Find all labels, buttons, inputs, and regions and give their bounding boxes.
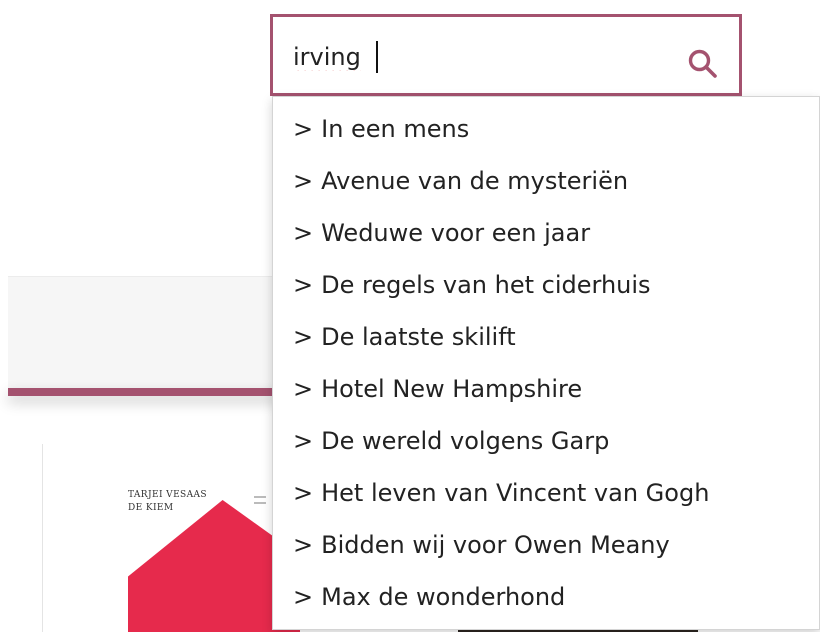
text-caret xyxy=(376,41,378,73)
suggestion-item[interactable]: > In een mens xyxy=(293,109,469,149)
chevron-right-icon: > xyxy=(293,219,314,247)
book-title: DE KIEM xyxy=(128,503,174,513)
suggestion-item[interactable]: > De regels van het ciderhuis xyxy=(293,265,651,305)
chevron-right-icon: > xyxy=(293,427,314,455)
chevron-right-icon: > xyxy=(293,583,314,611)
suggestion-item[interactable]: > De laatste skilift xyxy=(293,317,516,357)
suggestion-label: De regels van het ciderhuis xyxy=(321,271,651,299)
chevron-right-icon: > xyxy=(293,115,314,143)
chevron-right-icon: > xyxy=(293,167,314,195)
book-author: TARJEI VESAAS xyxy=(128,490,207,500)
suggestion-item[interactable]: > De wereld volgens Garp xyxy=(293,421,609,461)
suggestion-label: Avenue van de mysteriën xyxy=(321,167,629,195)
suggestion-label: In een mens xyxy=(321,115,470,143)
suggestion-item[interactable]: > Bidden wij voor Owen Meany xyxy=(293,525,670,565)
search-input[interactable] xyxy=(293,39,653,75)
suggestion-label: Max de wonderhond xyxy=(321,583,566,611)
chevron-right-icon: > xyxy=(293,531,314,559)
search-icon[interactable] xyxy=(685,46,721,82)
suggestion-label: De laatste skilift xyxy=(321,323,516,351)
chevron-right-icon: > xyxy=(293,375,314,403)
suggestion-label: Bidden wij voor Owen Meany xyxy=(321,531,670,559)
suggestion-item[interactable]: > Max de wonderhond xyxy=(293,577,565,617)
suggestion-label: Hotel New Hampshire xyxy=(321,375,583,403)
chevron-right-icon: > xyxy=(293,479,314,507)
suggestion-label: Weduwe voor een jaar xyxy=(321,219,591,247)
suggestion-dropdown: > In een mens > Avenue van de mysteriën > W… xyxy=(272,96,820,630)
suggestion-label: De wereld volgens Garp xyxy=(321,427,610,455)
search-box xyxy=(270,14,742,96)
suggestion-item[interactable]: > Hotel New Hampshire xyxy=(293,369,582,409)
chevron-right-icon: > xyxy=(293,323,314,351)
book-cover-fragment xyxy=(254,496,270,516)
suggestion-item[interactable]: > Het leven van Vincent van Gogh xyxy=(293,473,709,513)
suggestion-item[interactable]: > Avenue van de mysteriën xyxy=(293,161,628,201)
suggestion-item[interactable]: > Weduwe voor een jaar xyxy=(293,213,590,253)
chevron-right-icon: > xyxy=(293,271,314,299)
column-divider xyxy=(42,444,43,632)
suggestion-label: Het leven van Vincent van Gogh xyxy=(321,479,710,507)
